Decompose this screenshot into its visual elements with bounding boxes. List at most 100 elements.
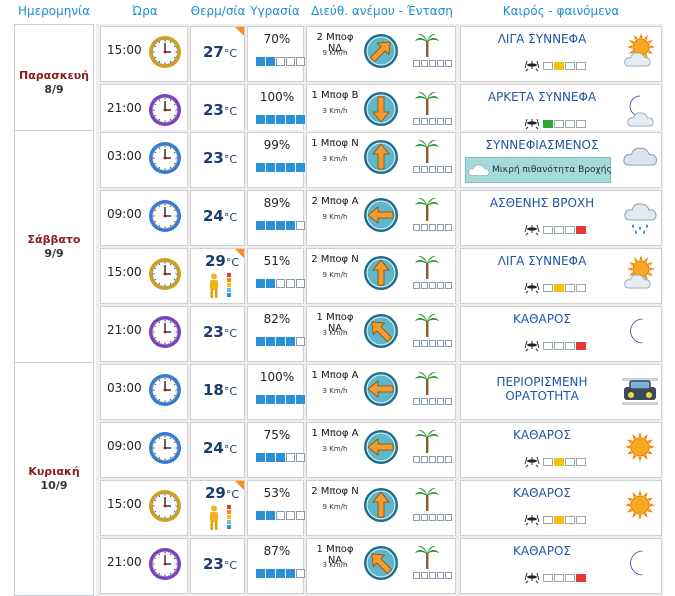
wind-force: 1 Μποφ Β [311,90,359,101]
heat-level-scale [227,273,231,298]
time-cell: 15:00 [100,248,188,304]
wind-force: 1 Μποφ Α [311,428,359,439]
humidity-cell: 51% [247,248,305,304]
palm-tree-icon [415,91,439,115]
header-wind: Διεύθ. ανέμου - Ένταση [311,4,453,18]
mosquito-risk-bar [543,226,587,234]
weather-cell: ΛΙΓΑ ΣΥΝΝΕΦΑ [460,26,662,82]
day-cell: Κυριακή 10/9 [14,362,94,596]
weather-condition-line1: ΑΡΚΕΤΑ ΣΥΝΝΕΦΑ [487,90,597,104]
temperature-value: 24°C [203,207,237,225]
wind-direction-icon [364,198,398,232]
time-label: 21:00 [107,555,142,569]
wind-force: 1 Μποφ Α [311,370,359,381]
mosquito-risk-bar [543,516,587,524]
moon-cloud-icon [627,95,654,127]
wind-speed: 9 Km/h [309,271,361,279]
wind-direction-icon [364,546,398,580]
temperature-cell: 29°C [190,480,245,536]
weather-condition: ΚΑΘΑΡΟΣ [463,312,621,326]
weather-condition-line1: ΛΙΓΑ ΣΥΝΝΕΦΑ [497,254,587,268]
wind-cell: 2 Μποφ Ν 9 Km/h [306,480,456,536]
wind-intensity-bar [413,60,453,67]
wind-intensity-bar [413,118,453,125]
weather-condition-line1: ΚΑΘΑΡΟΣ [513,312,571,326]
weather-condition: ΛΙΓΑ ΣΥΝΝΕΦΑ [463,32,621,46]
palm-tree-icon [415,33,439,57]
wind-speed-unit: Km/h [329,329,348,337]
palm-tree-icon [415,255,439,279]
temperature-value: 23°C [203,149,237,167]
wind-direction-icon [364,314,398,348]
weather-condition: ΚΑΘΑΡΟΣ [463,428,621,442]
temperature-number: 23 [203,323,224,341]
temperature-cell: 24°C [190,422,245,478]
weather-cell: ΛΙΓΑ ΣΥΝΝΕΦΑ [460,248,662,304]
weather-condition-line1: ΛΙΓΑ ΣΥΝΝΕΦΑ [497,32,587,46]
palm-tree-icon [415,139,439,163]
header-weather: Καιρός - φαινόμενα [502,4,620,18]
temperature-value: 29°C [205,484,239,502]
wind-speed-unit: Km/h [329,271,348,279]
wind-intensity-bar [413,282,453,289]
forecast-row: 09:00 24°C 89% 2 Μποφ Α 9 Km/h ΑΣΘΕΝΗΣ ΒΡΟΧΗ [96,190,663,246]
day-group: 03:00 18°C 100% 1 Μποφ Α3 Km/h ΠΕΡΙΟΡΙΣΜΕΝΗ Ο… [96,362,663,596]
wind-speed-unit: Km/h [329,503,348,511]
time-label: 09:00 [107,439,142,453]
sun-cloud-icon [624,255,655,289]
mosquito-icon [524,572,540,584]
temperature-cell: 23°C [190,132,245,188]
clock-icon [149,316,181,348]
wind-speed-unit: Km/h [329,107,348,115]
clock-icon [149,258,181,290]
clock-icon [149,374,181,406]
weather-condition-line1: ΠΕΡΙΟΡΙΣΜΕΝΗ [496,375,588,389]
wind-cell: 2 Μποφ ΝΔ 9 Km/h [306,26,456,82]
palm-tree-icon [415,197,439,221]
forecast-row: 21:00 23°C 87% 1 Μποφ ΝΑ 3 Km/h ΚΑΘΑΡΟΣ [96,538,663,594]
temperature-cell: 23°C [190,538,245,594]
rain-probability-note: Μικρή πιθανότητα Βροχής [465,157,612,183]
clock-icon [149,94,181,126]
wind-speed-unit: Km/h [329,155,348,163]
weather-condition: ΑΣΘΕΝΗΣ ΒΡΟΧΗ [463,196,621,210]
sun-cloud-icon [624,33,655,67]
temperature-number: 29 [205,252,226,270]
forecast-row: 15:00 27°C 70% 2 Μποφ ΝΔ 9 Km/h ΛΙΓΑ ΣΥΝΝΕΦΑ [96,26,663,82]
moon-icon [630,550,643,576]
wind-cell: 2 Μποφ Α 9 Km/h [306,190,456,246]
day-cell: Σάββατο 9/9 [14,130,94,364]
time-label: 21:00 [107,323,142,337]
feels-like-person-icon [210,273,218,298]
temperature-unit: °C [223,47,238,60]
feels-like-person-icon [210,505,218,530]
wind-direction-icon [364,488,398,522]
weather-cell: ΚΑΘΑΡΟΣ [460,480,662,536]
wind-intensity-bar [413,398,453,405]
weather-condition: ΑΡΚΕΤΑ ΣΥΝΝΕΦΑ [463,90,621,104]
clock-icon [149,490,181,522]
temperature-cell: 23°C [190,306,245,362]
mosquito-icon [524,224,540,236]
moon-icon [630,318,643,344]
day-group: 03:00 23°C 99% 1 Μποφ Ν3 Km/h ΣΥΝΝΕΦΙΑΣΜΕΝΟΣ… [96,130,663,364]
humidity-bar [256,115,306,124]
humidity-value: 87% [263,544,291,558]
wind-speed: 9 Km/h [309,49,361,57]
wind-direction-icon [364,256,398,290]
temperature-value: 23°C [203,555,237,573]
heat-warning-corner [235,481,244,490]
humidity-cell: 89% [247,190,305,246]
feels-like-person [207,273,221,303]
weather-condition-line1: ΣΥΝΝΕΦΙΑΣΜΕΝΟΣ [485,138,599,152]
wind-speed: 9 Km/h [309,213,361,221]
time-label: 15:00 [107,497,142,511]
temperature-unit: °C [223,327,238,340]
wind-intensity-bar [413,166,453,173]
heat-warning-corner [235,27,244,36]
palm-tree-icon [415,429,439,453]
temperature-unit: °C [223,385,238,398]
wind-intensity-bar [413,224,453,231]
mosquito-icon [524,60,540,72]
humidity-value: 70% [263,32,291,46]
